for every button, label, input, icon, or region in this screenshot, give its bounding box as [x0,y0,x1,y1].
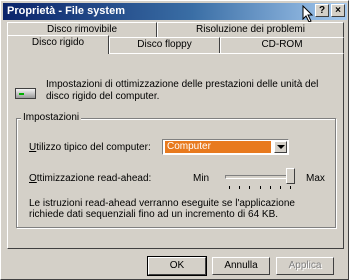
readahead-min-label: Min [193,173,210,184]
mouse-pointer-icon [302,5,314,23]
usage-label: Utilizzo tipico del computer: [29,142,151,153]
panel-description: Impostazioni di ottimizzazione delle pre… [46,79,319,102]
chevron-down-icon[interactable] [274,141,287,153]
tab-label: Disco floppy [137,39,192,50]
slider-tick [279,186,281,189]
close-button[interactable]: × [331,4,345,17]
tab-row-front: Disco rigido Disco floppy CD-ROM [7,35,344,54]
properties-window: Proprietà - File system ? × Disco rimovi… [0,0,349,280]
usage-select-value: Computer [165,141,271,153]
readahead-slider-track[interactable] [225,175,295,179]
tab-risoluzione-problemi[interactable]: Risoluzione dei problemi [157,22,344,38]
readahead-slider-thumb[interactable] [286,168,295,184]
ok-button[interactable]: OK [147,256,207,276]
help-button[interactable]: ? [315,4,329,17]
apply-button[interactable]: Applica [276,257,334,275]
slider-tick [229,186,230,189]
help-icon: ? [318,5,326,16]
tab-disco-rigido[interactable]: Disco rigido [7,35,109,54]
tab-label: Disco rigido [31,37,85,48]
usage-label-text: Utilizzo tipico del computer: [29,142,151,153]
tab-cd-rom[interactable]: CD-ROM [220,37,344,53]
slider-tick [249,186,251,189]
cancel-button[interactable]: Annulla [212,257,270,275]
readahead-info: Le istruzioni read-ahead verranno esegui… [29,198,295,220]
settings-group-label: Impostazioni [21,112,82,123]
tab-label: Disco rimovibile [46,24,117,35]
slider-tick [259,186,261,189]
tab-label: Risoluzione dei problemi [196,24,305,35]
hard-disk-icon [15,88,36,99]
slider-tick [269,186,271,189]
close-icon: × [335,5,341,16]
readahead-max-label: Max [306,173,325,184]
window-title: Proprietà - File system [7,5,125,17]
slider-tick [239,186,241,189]
title-bar[interactable]: Proprietà - File system [3,3,347,20]
readahead-label-text: Ottimizzazione read-ahead: [29,173,152,184]
readahead-label: Ottimizzazione read-ahead: [29,173,151,184]
slider-tick [290,186,291,189]
tab-disco-floppy[interactable]: Disco floppy [109,37,220,53]
usage-select[interactable]: Computer [162,139,289,155]
tab-label: CD-ROM [261,39,303,50]
